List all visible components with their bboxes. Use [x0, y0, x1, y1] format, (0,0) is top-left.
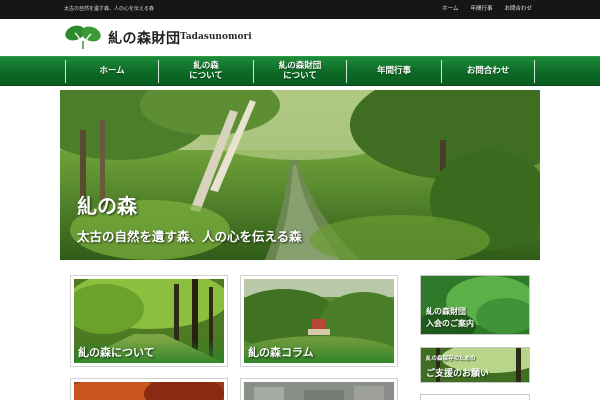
- nav-item-events[interactable]: 年間行事: [347, 57, 441, 85]
- site-header: 糺の森財団 Tadasunomori: [0, 19, 600, 56]
- card-fourth[interactable]: [240, 378, 398, 400]
- card-image: [74, 382, 224, 400]
- nav-item-label: について: [189, 71, 223, 81]
- site-title[interactable]: 糺の森財団: [108, 28, 181, 48]
- banner-line: 入会のご案内: [426, 318, 474, 328]
- site-romaji: Tadasunomori: [180, 32, 252, 42]
- card-image: [244, 382, 394, 400]
- support-banner[interactable]: 糺の森保存のための ご支援のお願い: [420, 347, 530, 383]
- hero-title: 糺の森: [77, 194, 137, 218]
- city-aerial-image: [244, 382, 394, 400]
- nav-item-label: お問合わせ: [466, 66, 510, 76]
- leaf-logo-icon[interactable]: [64, 23, 102, 51]
- nav-item-label: 糺の森: [193, 61, 219, 71]
- autumn-leaves-image: [74, 382, 224, 400]
- nav-item-about-forest[interactable]: 糺の森 について: [159, 57, 253, 85]
- top-bar: 太古の自然を遺す森、人の心を伝える森 ホーム 年間行事 お問合わせ: [0, 0, 600, 19]
- top-tagline: 太古の自然を遺す森、人の心を伝える森: [64, 6, 154, 12]
- card-image: 糺の森コラム: [244, 279, 394, 363]
- nav-separator: [534, 60, 535, 83]
- side-banner-third[interactable]: [420, 394, 530, 400]
- top-links: ホーム 年間行事 お問合わせ: [442, 4, 532, 12]
- nav-item-label: について: [283, 71, 317, 81]
- nav-item-label: 年間行事: [376, 66, 411, 76]
- hero-subtitle: 太古の自然を遺す森、人の心を伝える森: [77, 229, 302, 244]
- hero-banner[interactable]: 糺の森 太古の自然を遺す森、人の心を伝える森: [60, 90, 540, 260]
- card-third[interactable]: [70, 378, 228, 400]
- card-about-forest[interactable]: 糺の森について: [70, 275, 228, 367]
- top-link-home[interactable]: ホーム: [442, 4, 458, 12]
- card-image: 糺の森について: [74, 279, 224, 363]
- nav-item-label: ホーム: [99, 66, 125, 76]
- banner-line: 糺の森財団: [426, 306, 466, 316]
- card-caption: 糺の森について: [78, 346, 155, 359]
- nav-item-home[interactable]: ホーム: [66, 57, 158, 85]
- banner-line: 糺の森保存のための: [426, 356, 476, 362]
- nav-item-contact[interactable]: お問合わせ: [442, 57, 534, 85]
- card-column[interactable]: 糺の森コラム: [240, 275, 398, 367]
- membership-banner[interactable]: 糺の森財団 入会のご案内: [420, 275, 530, 335]
- top-link-events[interactable]: 年間行事: [470, 4, 492, 12]
- card-caption: 糺の森コラム: [248, 346, 314, 359]
- nav-item-label: 糺の森財団: [278, 61, 322, 71]
- main-nav: ホーム 糺の森 について 糺の森財団 について 年間行事 お問合わせ: [0, 56, 600, 86]
- nav-item-about-foundation[interactable]: 糺の森財団 について: [254, 57, 346, 85]
- banner-line: ご支援のお願い: [426, 369, 490, 379]
- top-link-contact[interactable]: お問合わせ: [504, 4, 532, 12]
